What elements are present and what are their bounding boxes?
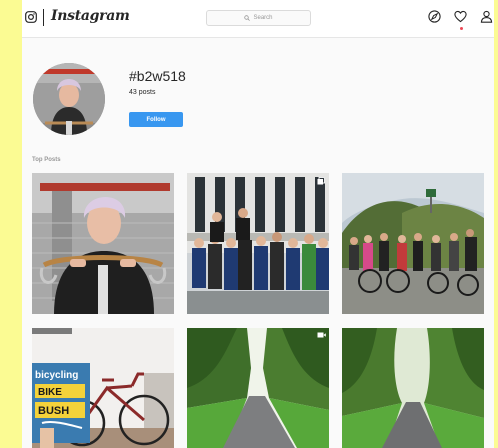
post-thumbnail[interactable] <box>342 328 484 448</box>
post-count: 43 posts <box>129 89 156 96</box>
logo-divider <box>43 9 44 26</box>
book-title-line2: BIKE <box>38 387 62 398</box>
carousel-icon <box>317 177 325 185</box>
notification-dot <box>460 27 463 30</box>
compass-icon[interactable] <box>428 10 441 23</box>
follow-button[interactable]: Follow <box>129 112 183 127</box>
search-placeholder: Search <box>253 15 273 21</box>
post-thumbnail[interactable] <box>187 173 329 314</box>
post-thumbnail[interactable] <box>187 328 329 448</box>
hashtag-title: #b2w518 <box>129 68 186 84</box>
top-posts-heading: Top Posts <box>32 157 61 163</box>
video-icon <box>317 332 326 338</box>
camera-icon[interactable] <box>25 11 37 23</box>
hashtag-avatar <box>33 63 105 135</box>
instagram-window: Instagram Search #b2w518 43 posts Follow… <box>22 0 494 448</box>
top-navigation-bar: Instagram Search <box>22 0 494 38</box>
post-thumbnail[interactable]: bicycling BIKE BUSH <box>32 328 174 448</box>
post-thumbnail[interactable] <box>32 173 174 314</box>
search-input[interactable]: Search <box>206 10 311 26</box>
heart-icon[interactable] <box>454 10 467 23</box>
book-title-line3: BUSH <box>38 405 69 417</box>
instagram-logo[interactable]: Instagram <box>51 8 130 24</box>
search-icon <box>244 15 251 21</box>
post-thumbnail[interactable] <box>342 173 484 314</box>
book-title: bicycling <box>35 370 78 381</box>
person-icon[interactable] <box>480 10 493 23</box>
